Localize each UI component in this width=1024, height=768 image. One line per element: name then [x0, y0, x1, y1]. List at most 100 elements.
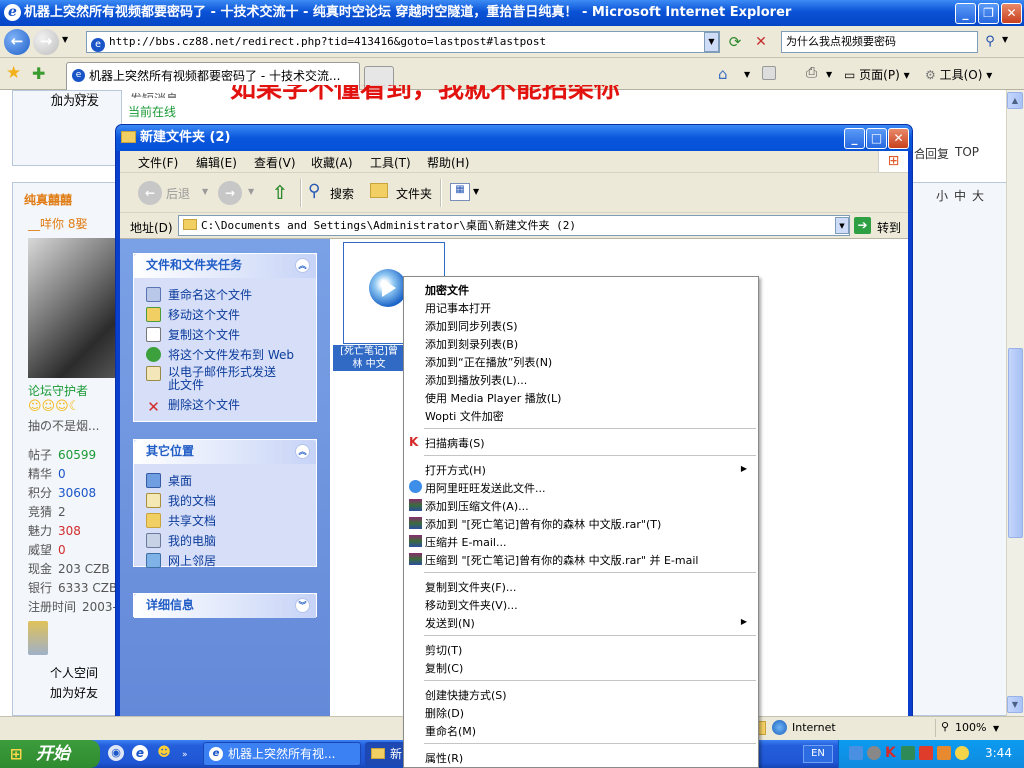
search-icon[interactable]: ⚲	[980, 31, 1000, 53]
go-button[interactable]: 转到	[877, 219, 901, 236]
folders-icon[interactable]	[370, 183, 388, 198]
ctx-open-notepad[interactable]: 用记事本打开	[425, 300, 491, 316]
language-indicator[interactable]: EN	[803, 745, 833, 763]
explorer-maximize-button[interactable]: □	[866, 128, 887, 149]
ctx-add-now-playing[interactable]: 添加到“正在播放”列表(N)	[425, 354, 552, 370]
ctx-send-to[interactable]: 发送到(N) ▶	[425, 615, 755, 631]
collapse-icon[interactable]: ︽	[295, 258, 310, 273]
font-medium-link[interactable]: 中	[954, 187, 966, 204]
file-tasks-header[interactable]: 文件和文件夹任务 ︽	[134, 254, 316, 278]
tray-antivirus-icon[interactable]: K	[885, 745, 896, 761]
ctx-add-archive[interactable]: 添加到压缩文件(A)...	[425, 498, 529, 514]
ctx-compress-rar-email[interactable]: 压缩到 "[死亡笔记]曾有你的森林 中文版.rar" 并 E-mail	[425, 552, 698, 568]
feeds-icon[interactable]	[762, 66, 776, 80]
print-icon[interactable]: ⎙	[806, 65, 817, 81]
forward-dropdown-icon[interactable]: ▼	[248, 187, 254, 196]
menu-view[interactable]: 查看(V)	[254, 154, 296, 171]
tray-volume-icon[interactable]	[867, 746, 881, 760]
poster-name[interactable]: 纯真囍囍	[24, 191, 72, 208]
place-shared-documents[interactable]: 共享文档	[146, 512, 216, 529]
zoom-dropdown-icon[interactable]: ▼	[993, 724, 999, 733]
zoom-icon[interactable]: ⚲	[941, 720, 949, 733]
font-small-link[interactable]: 小	[936, 187, 948, 204]
ctx-add-burn-list[interactable]: 添加到刻录列表(B)	[425, 336, 518, 352]
print-dropdown-icon[interactable]: ▼	[826, 70, 832, 79]
place-my-documents[interactable]: 我的文档	[146, 492, 216, 509]
tools-menu[interactable]: ⚙ 工具(O) ▾	[925, 66, 992, 83]
favorites-star-icon[interactable]: ★	[6, 63, 21, 83]
font-large-link[interactable]: 大	[972, 187, 984, 204]
ctx-properties[interactable]: 属性(R)	[425, 750, 463, 766]
ctx-add-playlist[interactable]: 添加到播放列表(L)...	[425, 372, 527, 388]
task-copy[interactable]: 复制这个文件	[146, 326, 240, 343]
scroll-up-button[interactable]: ▲	[1007, 92, 1023, 109]
tray-messenger-icon[interactable]	[955, 746, 969, 760]
expand-icon[interactable]: ︾	[295, 598, 310, 613]
details-header[interactable]: 详细信息 ︾	[134, 594, 316, 618]
show-desktop-icon[interactable]: ◉	[108, 745, 124, 761]
tray-security-icon[interactable]	[919, 746, 933, 760]
search-dropdown-icon[interactable]: ▼	[1002, 35, 1008, 44]
explorer-minimize-button[interactable]: _	[844, 128, 865, 149]
menu-favorites[interactable]: 收藏(A)	[311, 154, 353, 171]
url-field[interactable]: e http://bbs.cz88.net/redirect.php?tid=41…	[86, 31, 720, 53]
scroll-down-button[interactable]: ▼	[1007, 696, 1023, 713]
address-dropdown-icon[interactable]: ▼	[835, 217, 849, 234]
ctx-play-media-player[interactable]: 使用 Media Player 播放(L)	[425, 390, 561, 406]
quick-launch-ie-icon[interactable]: e	[132, 745, 148, 761]
maximize-button[interactable]: ❐	[978, 3, 999, 24]
reply-link[interactable]: 回复	[925, 145, 949, 162]
tray-update-icon[interactable]	[937, 746, 951, 760]
explorer-back-label[interactable]: 后退	[166, 185, 190, 202]
ctx-send-aliwangwang[interactable]: 用阿里旺旺发送此文件...	[425, 480, 546, 496]
ctx-encrypt-file[interactable]: 加密文件	[425, 282, 469, 298]
top-send-message-link[interactable]: 发短消息	[130, 90, 178, 98]
ctx-move-to-folder[interactable]: 移动到文件夹(V)...	[425, 597, 518, 613]
ctx-scan-virus[interactable]: 扫描病毒(S)	[425, 435, 485, 451]
ctx-delete[interactable]: 删除(D)	[425, 705, 464, 721]
task-publish-web[interactable]: 将这个文件发布到 Web	[146, 346, 294, 363]
poster-add-friend-link[interactable]: 加为好友	[50, 684, 98, 701]
ctx-rename[interactable]: 重命名(M)	[425, 723, 476, 739]
explorer-forward-icon[interactable]: →	[218, 181, 242, 205]
views-dropdown-icon[interactable]: ▼	[473, 187, 479, 196]
back-button[interactable]: ←	[4, 29, 30, 55]
taskbar-explorer-window[interactable]: 新	[365, 742, 405, 766]
ctx-wopti-encrypt[interactable]: Wopti 文件加密	[425, 408, 504, 424]
menu-help[interactable]: 帮助(H)	[427, 154, 469, 171]
go-arrow-icon[interactable]: ➔	[854, 217, 871, 234]
search-input[interactable]: 为什么我点视频要密码	[781, 31, 978, 53]
task-rename[interactable]: 重命名这个文件	[146, 286, 252, 303]
place-my-computer[interactable]: 我的电脑	[146, 532, 216, 549]
quick-launch-qq-icon[interactable]: ☻	[156, 745, 172, 761]
file-name-label[interactable]: [死亡笔记]曾 林 中文	[333, 345, 405, 371]
stop-icon[interactable]: ✕	[750, 31, 772, 53]
collapse-icon[interactable]: ︽	[295, 444, 310, 459]
explorer-folders-button[interactable]: 文件夹	[396, 185, 432, 202]
top-link[interactable]: TOP	[955, 145, 979, 159]
explorer-search-button[interactable]: 搜索	[330, 185, 354, 202]
explorer-close-button[interactable]: ✕	[888, 128, 909, 149]
minimize-button[interactable]: _	[955, 3, 976, 24]
views-icon[interactable]: ▦	[450, 183, 470, 201]
scroll-thumb[interactable]	[1008, 348, 1023, 538]
menu-edit[interactable]: 编辑(E)	[196, 154, 237, 171]
menu-file[interactable]: 文件(F)	[138, 154, 178, 171]
ctx-open-with[interactable]: 打开方式(H) ▶	[425, 462, 755, 478]
poster-space-link[interactable]: 个人空间	[50, 664, 98, 681]
ctx-add-to-rar[interactable]: 添加到 "[死亡笔记]曾有你的森林 中文版.rar"(T)	[425, 516, 661, 532]
folder-up-icon[interactable]: ⇧	[268, 181, 292, 205]
ctx-compress-email[interactable]: 压缩并 E-mail...	[425, 534, 506, 550]
page-scrollbar[interactable]: ▲ ▼	[1006, 90, 1024, 716]
task-email[interactable]: 以电子邮件形式发送此文件	[146, 366, 286, 392]
tray-network-icon[interactable]	[849, 746, 863, 760]
quick-launch-more-icon[interactable]: »	[182, 750, 188, 760]
ctx-cut[interactable]: 剪切(T)	[425, 642, 462, 658]
ctx-copy-to-folder[interactable]: 复制到文件夹(F)...	[425, 579, 516, 595]
url-dropdown-icon[interactable]: ▼	[704, 32, 719, 52]
explorer-search-icon[interactable]: ⚲	[308, 181, 320, 201]
task-move[interactable]: 移动这个文件	[146, 306, 240, 323]
page-menu[interactable]: ▭ 页面(P) ▾	[844, 66, 910, 83]
add-favorites-icon[interactable]: ✚	[32, 64, 45, 83]
place-desktop[interactable]: 桌面	[146, 472, 192, 489]
